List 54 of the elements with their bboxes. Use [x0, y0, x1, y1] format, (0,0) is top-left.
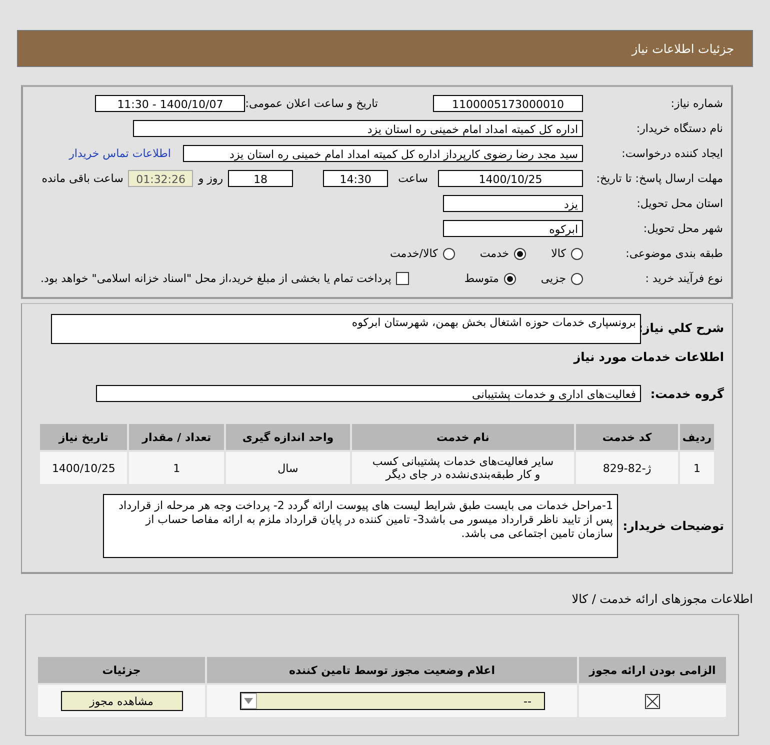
column-header: تعداد / مقدار: [128, 423, 225, 451]
table-cell: 1: [128, 451, 225, 485]
buyer-notes-field: 1-مراحل خدمات می بایست طبق شرایط لیست های پیوست ارائه گردد 2- پرداخت وجه هر مرحله از قرارداد پس از تایید ناظر قرارداد میسور می باشد3- تامین کننده در پایان قرارداد ملزم به ارائه مفاصا حساب از سازمان تامین اجتماعی می باشد.: [103, 494, 618, 558]
payment-checkbox[interactable]: پرداخت تمام یا بخشی از مبلغ خرید،از محل "اسناد خزانه اسلامی" خواهد بود.: [40, 272, 410, 285]
requester-field: سید مجد رضا رضوی کارپرداز اداره کل کمیته امداد امام خمینی ره استان یزد: [183, 145, 583, 162]
field-label: استان محل تحویل:: [636, 197, 723, 210]
field-label: روز و: [198, 172, 224, 185]
radio-option[interactable]: کالا/خدمت: [390, 247, 455, 260]
field-label: شماره نیاز:: [670, 97, 723, 110]
service-group-field: فعالیت‌های اداری و خدمات پشتیبانی: [96, 385, 641, 402]
field-label: نوع فرآیند خرید :: [644, 272, 723, 285]
field-label: نام دستگاه خریدار:: [635, 122, 723, 135]
city-field: ابرکوه: [443, 220, 583, 237]
buyer-org-field: اداره کل کمیته امداد امام خمینی ره استان یزد: [133, 120, 583, 137]
page-title: جزئیات اطلاعات نیاز: [632, 42, 734, 56]
column-header: واحد اندازه گیری: [224, 423, 351, 451]
deadline-date-field: 1400/10/25: [438, 170, 583, 187]
field-label: ساعت: [398, 172, 428, 185]
summary-field: برونسپاری خدمات حوزه اشتغال بخش بهمن، شهرستان ابرکوه: [51, 314, 641, 344]
status-dropdown[interactable]: --: [240, 692, 544, 710]
table-cell: سال: [224, 451, 351, 485]
radio-option[interactable]: جزیی: [540, 272, 583, 285]
view-permit-button[interactable]: مشاهده مجوز: [60, 691, 182, 711]
table-cell: 1400/10/25: [39, 451, 128, 485]
field-label: ساعت باقی مانده: [42, 172, 124, 185]
field-label: توضیحات خریدار:: [624, 518, 724, 534]
field-label: ایجاد کننده درخواست:: [620, 147, 723, 160]
radio-option[interactable]: خدمت: [480, 247, 526, 260]
column-header: جزئیات: [37, 656, 206, 684]
province-field: یزد: [443, 195, 583, 212]
column-header: تاریخ نیاز: [39, 423, 128, 451]
remaining-time-field: 01:32:26: [128, 170, 194, 187]
field-label: تاریخ و ساعت اعلان عمومی:: [245, 97, 378, 110]
column-header: ردیف: [679, 423, 715, 451]
buyer-contact-link[interactable]: اطلاعات تماس خریدار: [69, 147, 171, 160]
need-number-field: 1100005173000010: [433, 95, 583, 112]
column-header: اعلام وضعیت مجوز توسط تامین کننده: [206, 656, 578, 684]
field-label: طبقه بندی موضوعی:: [624, 247, 723, 260]
section-title: اطلاعات خدمات مورد نیاز: [574, 350, 724, 364]
deadline-time-field: 14:30: [323, 170, 388, 187]
column-header: نام خدمت: [351, 423, 575, 451]
field-label: گروه خدمت:: [649, 386, 724, 400]
table-cell: ژ-82-829: [575, 451, 679, 485]
column-header: الزامی بودن ارائه مجوز: [578, 656, 727, 684]
section-title: اطلاعات مجوزهای ارائه خدمت / کالا: [570, 592, 753, 606]
field-label: مهلت ارسال پاسخ: تا تاریخ:: [595, 172, 723, 186]
announce-date-field: 1400/10/07 - 11:30: [95, 95, 246, 112]
table-cell: 1: [679, 451, 715, 485]
table-cell: سایر فعالیت‌های خدمات پشتیبانی کسب و کار طبقه‌بندی‌نشده در جای دیگر: [351, 451, 575, 485]
radio-option[interactable]: متوسط: [464, 272, 516, 285]
radio-option[interactable]: کالا: [551, 247, 583, 260]
field-label: شهر محل تحویل:: [642, 222, 723, 235]
column-header: کد خدمت: [575, 423, 679, 451]
days-field: 18: [228, 170, 294, 187]
